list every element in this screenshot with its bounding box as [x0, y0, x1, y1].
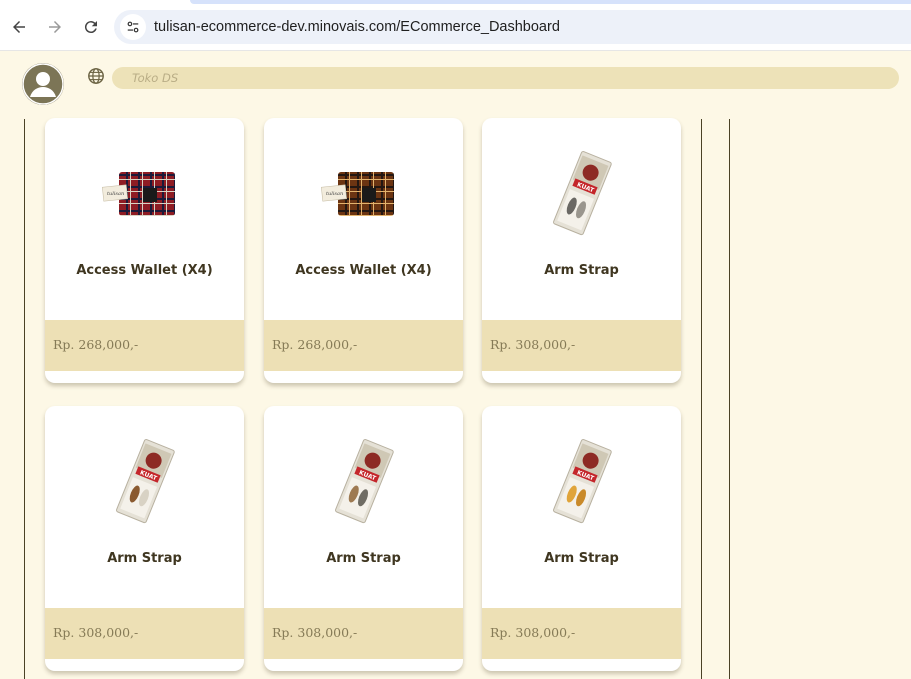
product-name: Arm Strap — [544, 551, 619, 566]
product-name: Access Wallet (X4) — [295, 263, 432, 278]
svg-text:tulisan: tulisan — [107, 191, 124, 197]
product-name: Access Wallet (X4) — [76, 263, 213, 278]
content-divider-right — [701, 119, 702, 679]
avatar[interactable] — [22, 63, 64, 105]
product-card[interactable]: KUAT Arm Strap Rp. 308,000,- — [264, 406, 463, 671]
product-card[interactable]: KUAT Arm Strap Rp. 308,000,- — [482, 406, 681, 671]
content-divider-left — [24, 119, 25, 679]
site-info-button[interactable] — [120, 14, 146, 40]
reload-icon — [84, 21, 97, 34]
arm-strap-image: KUAT — [552, 151, 612, 236]
url-text[interactable]: tulisan-ecommerce-dev.minovais.com/EComm… — [154, 19, 560, 35]
price-band: Rp. 268,000,- — [45, 320, 244, 371]
product-price: Rp. 308,000,- — [272, 625, 358, 640]
user-avatar-icon — [22, 63, 64, 105]
tune-icon — [127, 21, 139, 33]
forward-button[interactable] — [41, 13, 69, 41]
product-card[interactable]: tulisan Access Wallet (X4) Rp. 268,000,- — [264, 118, 463, 383]
product-price: Rp. 308,000,- — [53, 625, 139, 640]
product-price: Rp. 308,000,- — [490, 625, 576, 640]
product-card[interactable]: tulisan Access Wallet (X4) Rp. 268,000,- — [45, 118, 244, 383]
arm-strap-image: KUAT — [552, 439, 612, 524]
product-price: Rp. 268,000,- — [53, 337, 139, 352]
product-card[interactable]: KUAT Arm Strap Rp. 308,000,- — [45, 406, 244, 671]
price-band: Rp. 308,000,- — [264, 608, 463, 659]
sidebar-divider — [729, 119, 730, 679]
price-band: Rp. 308,000,- — [482, 320, 681, 371]
product-card[interactable]: KUAT Arm Strap Rp. 308,000,- — [482, 118, 681, 383]
product-price: Rp. 268,000,- — [272, 337, 358, 352]
reload-button[interactable] — [77, 13, 105, 41]
arm-strap-image: KUAT — [115, 439, 175, 524]
store-search-input[interactable] — [112, 67, 899, 89]
product-name: Arm Strap — [544, 263, 619, 278]
active-tab-edge — [190, 0, 911, 4]
wallet-red-plaid-image: tulisan — [101, 172, 175, 216]
price-band: Rp. 268,000,- — [264, 320, 463, 371]
price-band: Rp. 308,000,- — [482, 608, 681, 659]
arrow-right-icon — [49, 21, 61, 33]
wallet-brown-plaid-image: tulisan — [320, 172, 394, 216]
price-band: Rp. 308,000,- — [45, 608, 244, 659]
arrow-left-icon — [13, 21, 25, 33]
address-bar[interactable]: tulisan-ecommerce-dev.minovais.com/EComm… — [114, 10, 911, 44]
product-name: Arm Strap — [107, 551, 182, 566]
product-name: Arm Strap — [326, 551, 401, 566]
globe-icon[interactable] — [87, 67, 105, 85]
browser-toolbar: tulisan-ecommerce-dev.minovais.com/EComm… — [0, 5, 911, 51]
svg-text:tulisan: tulisan — [326, 191, 343, 197]
back-button[interactable] — [5, 13, 33, 41]
product-price: Rp. 308,000,- — [490, 337, 576, 352]
arm-strap-image: KUAT — [334, 439, 394, 524]
